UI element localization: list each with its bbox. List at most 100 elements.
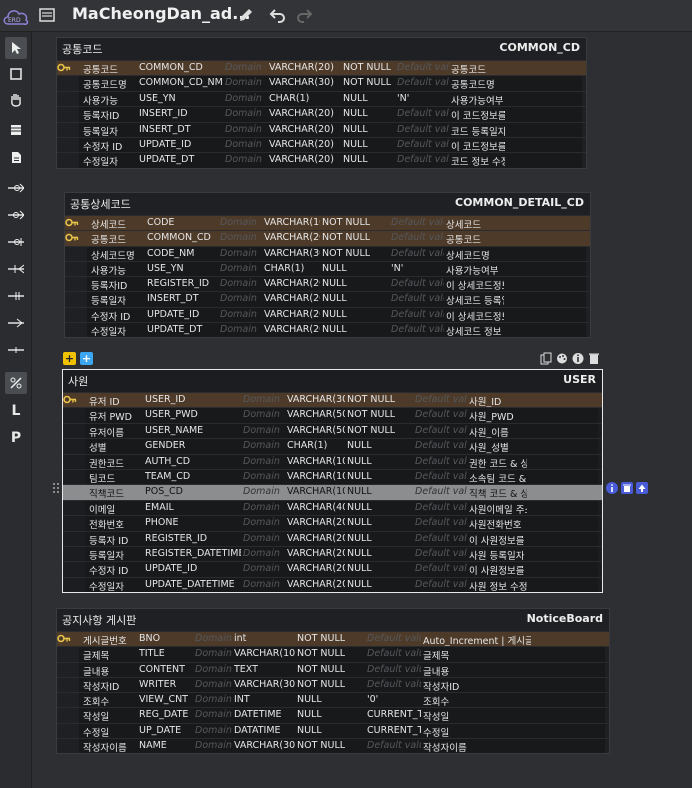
table-column-row[interactable]: 공통코드COMMON_CDDomainVARCHAR(20)NOT NULLDe… [57, 60, 586, 76]
table-column-row[interactable]: 게시글번호BNODomainintNOT NULLDefault valueAu… [57, 631, 609, 647]
column-data-type[interactable]: VARCHAR(30) [234, 740, 295, 751]
column-domain[interactable]: Domain [220, 309, 262, 320]
column-nullable[interactable]: NULL [297, 725, 365, 736]
column-data-type[interactable]: VARCHAR(20) [269, 154, 341, 165]
column-logical-name[interactable]: 성별 [89, 440, 143, 454]
column-domain[interactable]: Domain [220, 232, 262, 243]
column-logical-name[interactable]: 직책코드 [89, 486, 143, 500]
column-physical-name[interactable]: UPDATE_ID [147, 309, 218, 320]
column-data-type[interactable]: VARCHAR(20) [287, 579, 345, 590]
column-nullable[interactable]: NOT NULL [347, 409, 413, 420]
column-logical-name[interactable]: 공통코드 [91, 232, 145, 246]
column-comment[interactable]: 직책 코드 & 상세 코드 [469, 486, 527, 500]
table-column-row[interactable]: 공통코드명 COMMON_CD_NM Domain VARCHAR(30) NOT NU… [57, 75, 586, 91]
column-physical-name[interactable]: EMAIL [145, 502, 241, 513]
column-comment[interactable]: 작성일 [423, 709, 531, 723]
info-icon[interactable] [572, 352, 584, 365]
table-column-row[interactable]: 이메일EMAILDomainVARCHAR(40)NULLDefault val… [63, 499, 602, 516]
column-domain[interactable]: Domain [243, 517, 285, 528]
column-physical-name[interactable]: REGISTER_ID [145, 533, 241, 544]
column-comment[interactable]: 이 상세코드정보를 수정한 유저ID [446, 309, 504, 323]
column-nullable[interactable]: NULL [343, 154, 395, 165]
column-domain[interactable]: Domain [195, 740, 232, 751]
table-column-row[interactable]: 등록자 IDREGISTER_IDDomainVARCHAR(20)NULLDe… [63, 530, 602, 547]
column-physical-name[interactable]: CODE [147, 217, 218, 228]
table-column-row[interactable]: 수정일UP_DATEDomainDATATIMENULLCURRENT_TIME… [57, 722, 609, 739]
add-column-icon[interactable]: + [63, 352, 76, 365]
column-physical-name[interactable]: TITLE [139, 648, 193, 659]
table-column-row[interactable]: 유저 IDUSER_IDDomainVARCHAR(30)NOT NULLDef… [63, 392, 602, 408]
column-default-value[interactable]: Default value [391, 248, 444, 259]
column-domain[interactable]: Domain [243, 533, 285, 544]
column-physical-name[interactable]: TEAM_CD [145, 471, 241, 482]
table-header[interactable]: 공통상세코드 COMMON_DETAIL_CD [65, 193, 590, 213]
column-default-value[interactable]: Default value [415, 456, 467, 467]
column-domain[interactable]: Domain [225, 124, 267, 135]
column-logical-name[interactable]: 수정일자 [91, 324, 145, 338]
column-physical-name[interactable]: BNO [139, 633, 193, 644]
column-domain[interactable]: Domain [243, 579, 285, 590]
column-domain[interactable]: Domain [243, 456, 285, 467]
drag-handle-icon[interactable] [52, 482, 60, 494]
column-nullable[interactable]: NULL [322, 309, 389, 320]
column-comment[interactable]: 글내용 [423, 664, 531, 678]
palette-icon[interactable] [556, 352, 568, 365]
column-domain[interactable]: Domain [220, 217, 262, 228]
column-data-type[interactable]: VARCHAR(20) [269, 62, 341, 73]
column-comment[interactable]: 상세코드명 [446, 248, 504, 262]
table-column-row[interactable]: 등록일자INSERT_DTDomainVARCHAR(20)NULLDefaul… [65, 291, 590, 307]
column-domain[interactable]: Domain [195, 633, 232, 644]
column-logical-name[interactable]: 공통코드 [83, 62, 137, 76]
column-nullable[interactable]: NOT NULL [297, 648, 365, 659]
column-nullable[interactable]: NOT NULL [322, 217, 389, 228]
column-comment[interactable]: 이 사원정보를 등록한 사원ID [469, 533, 527, 547]
column-default-value[interactable]: Default value [415, 548, 467, 559]
column-comment[interactable]: 조회수 [423, 694, 531, 708]
column-nullable[interactable]: NOT NULL [347, 425, 413, 436]
column-domain[interactable]: Domain [220, 324, 262, 335]
column-comment[interactable]: 사원_이름 [469, 425, 527, 439]
column-logical-name[interactable]: 등록자ID [83, 108, 137, 122]
column-nullable[interactable]: NOT NULL [343, 62, 395, 73]
column-physical-name[interactable]: VIEW_CNT [139, 694, 193, 705]
column-default-value[interactable]: Default value [415, 440, 467, 451]
column-default-value[interactable]: Default value [397, 108, 449, 119]
table-column-row[interactable]: 유저이름USER_NAMEDomainVARCHAR(50)NOT NULLDe… [63, 422, 602, 439]
pointer-tool-icon[interactable] [5, 37, 27, 59]
column-domain[interactable]: Domain [225, 139, 267, 150]
column-domain[interactable]: Domain [195, 725, 232, 736]
column-logical-name[interactable]: 상세코드명 [91, 248, 145, 262]
column-default-value[interactable]: Default value [391, 293, 444, 304]
add-memo-tool-icon[interactable] [5, 146, 27, 168]
column-physical-name[interactable]: COMMON_CD_NM [139, 77, 223, 88]
pencil-icon[interactable] [236, 5, 256, 25]
diagram-title[interactable]: MaCheongDan_ad... [72, 4, 251, 23]
column-nullable[interactable]: NULL [347, 502, 413, 513]
table-physical-name[interactable]: COMMON_DETAIL_CD [455, 196, 584, 209]
column-comment[interactable]: 사용가능여부 [451, 93, 505, 107]
column-data-type[interactable]: VARCHAR(50) [287, 409, 345, 420]
column-comment[interactable]: 사원_ID [469, 394, 527, 408]
undo-icon[interactable] [268, 5, 288, 25]
column-data-type[interactable]: INT [234, 694, 295, 705]
column-comment[interactable]: 사원 등록일자 [469, 548, 527, 562]
column-physical-name[interactable]: CONTENT [139, 664, 193, 675]
column-physical-name[interactable]: USER_NAME [145, 425, 241, 436]
column-default-value[interactable]: Default value [415, 394, 467, 405]
table-column-row[interactable]: 사용가능 USE_YN Domain CHAR(1) NULL 'N' 사용가능여부 [57, 90, 586, 107]
select-box-tool-icon[interactable] [5, 63, 27, 85]
column-domain[interactable]: Domain [225, 62, 267, 73]
column-comment[interactable]: 이 코드정보를 수정한 유저ID [451, 139, 505, 153]
column-default-value[interactable]: Default value [415, 486, 467, 497]
column-physical-name[interactable]: GENDER [145, 440, 241, 451]
column-nullable[interactable]: NULL [347, 517, 413, 528]
column-default-value[interactable]: Default value [391, 217, 444, 228]
column-physical-name[interactable]: REG_DATE [139, 709, 193, 720]
column-logical-name[interactable]: 권한코드 [89, 456, 143, 470]
erd-table-noticeboard[interactable]: 공지사항 게시판 NoticeBoard 게시글번호 BNO Domain int NOT … [56, 608, 610, 755]
column-comment[interactable]: 사원 정보 수정일자 [469, 579, 527, 593]
column-default-value[interactable]: 'N' [391, 263, 444, 274]
column-nullable[interactable]: NULL [347, 486, 413, 497]
column-default-value[interactable]: Default value [397, 124, 449, 135]
column-domain[interactable]: Domain [243, 563, 285, 574]
